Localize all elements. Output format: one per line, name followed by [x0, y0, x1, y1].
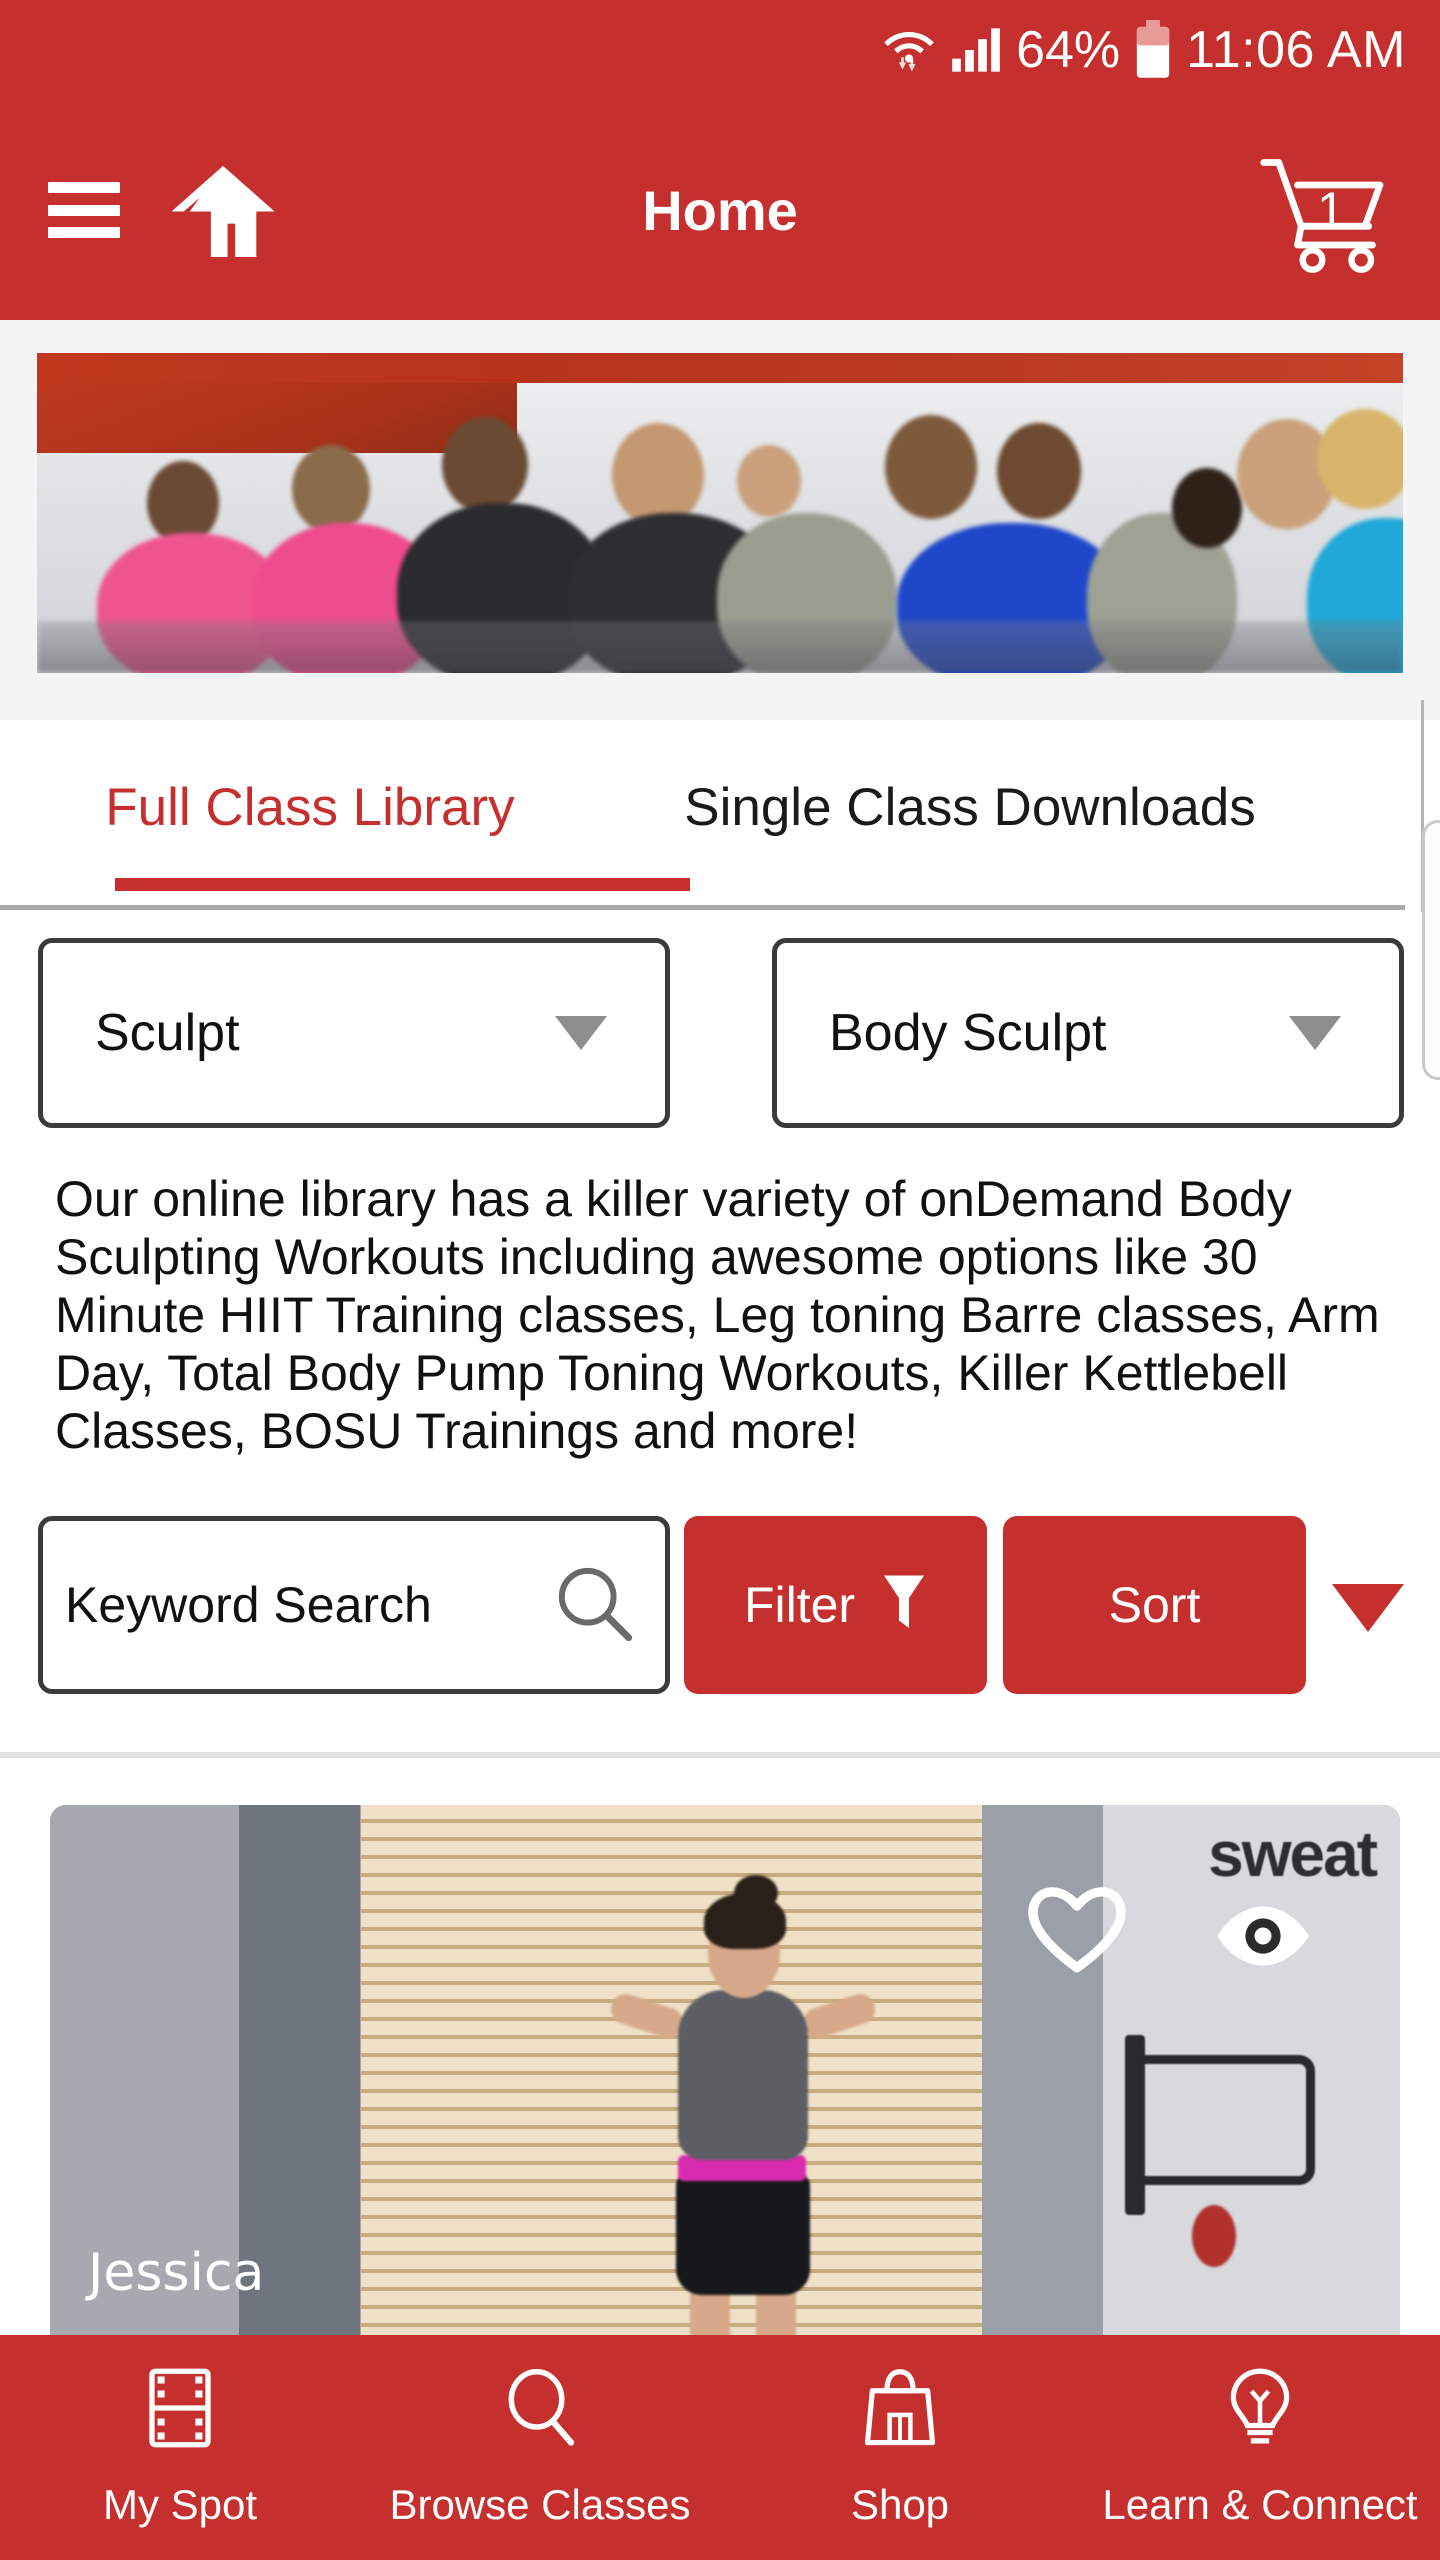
search-filter-sort-row: Keyword Search Filter Sort	[0, 1516, 1440, 1694]
film-strip-icon	[144, 2366, 216, 2455]
filter-dropdown-row: Sculpt Body Sculpt	[0, 938, 1440, 1138]
eye-icon[interactable]	[1214, 1900, 1312, 1977]
instructor-name: Jessica	[88, 2243, 265, 2303]
category-dropdown-value: Sculpt	[95, 1004, 240, 1062]
subcategory-dropdown-value: Body Sculpt	[829, 1004, 1107, 1062]
shopping-cart-icon[interactable]: 1	[1260, 155, 1410, 275]
nav-label: Browse Classes	[389, 2481, 691, 2528]
nav-item-learn-connect[interactable]: Learn & Connect	[1080, 2335, 1440, 2560]
cart-count-badge: 1	[1317, 182, 1345, 238]
filter-button-label: Filter	[743, 1577, 856, 1633]
caret-down-icon[interactable]	[1332, 1584, 1404, 1632]
list-divider	[0, 1752, 1440, 1758]
tab-label: Single Class Downloads	[684, 777, 1256, 837]
sweat-brand-logo: sweat	[1208, 1818, 1378, 1890]
wifi-icon	[882, 23, 936, 77]
app-root: 64% 11:06 AM Home 1 Full Class Library S…	[0, 0, 1440, 2560]
hero-banner-section	[0, 320, 1440, 720]
clock-time: 11:06 AM	[1186, 21, 1406, 79]
library-description: Our online library has a killer variety …	[55, 1171, 1380, 1459]
signal-bars-icon	[950, 26, 1002, 74]
shopping-bag-icon	[862, 2366, 938, 2455]
status-bar: 64% 11:06 AM	[0, 0, 1440, 100]
thumbnail-wall-texture	[360, 1805, 982, 2365]
nav-label: My Spot	[102, 2481, 258, 2528]
tab-label: Full Class Library	[105, 777, 515, 837]
nav-label: Learn & Connect	[1102, 2481, 1418, 2528]
nav-item-shop[interactable]: Shop	[720, 2335, 1080, 2560]
nav-item-browse-classes[interactable]: Browse Classes	[360, 2335, 720, 2560]
lightbulb-icon	[1225, 2366, 1295, 2455]
nav-label: Shop	[850, 2481, 950, 2528]
active-tab-indicator	[115, 878, 690, 891]
funnel-icon	[881, 1573, 927, 1638]
chevron-down-icon	[1289, 1016, 1341, 1050]
sort-button[interactable]: Sort	[1003, 1516, 1306, 1694]
chevron-down-icon	[555, 1016, 607, 1050]
search-icon	[502, 2366, 578, 2455]
bottom-navigation-bar: My Spot Browse Classes Shop Learn & Conn…	[0, 2335, 1440, 2560]
hero-banner-image[interactable]	[37, 353, 1403, 673]
offscreen-panel-edge	[1422, 820, 1440, 1080]
battery-icon	[1134, 20, 1172, 80]
tab-bar: Full Class Library Single Class Download…	[0, 720, 1440, 912]
search-icon[interactable]	[553, 1562, 635, 1649]
sort-button-label: Sort	[1108, 1577, 1201, 1633]
category-dropdown[interactable]: Sculpt	[38, 938, 670, 1128]
tabs-divider	[0, 905, 1405, 910]
subcategory-dropdown[interactable]: Body Sculpt	[772, 938, 1404, 1128]
search-placeholder: Keyword Search	[65, 1577, 432, 1633]
page-title: Home	[642, 178, 798, 242]
hero-photo	[37, 353, 1403, 673]
keyword-search-input[interactable]: Keyword Search	[38, 1516, 670, 1694]
app-header: Home 1	[0, 100, 1440, 320]
filter-button[interactable]: Filter	[684, 1516, 987, 1694]
nav-item-my-spot[interactable]: My Spot	[0, 2335, 360, 2560]
tab-single-class-downloads[interactable]: Single Class Downloads	[620, 720, 1320, 912]
heart-icon[interactable]	[1022, 1877, 1132, 1980]
battery-percent: 64%	[1016, 21, 1121, 79]
